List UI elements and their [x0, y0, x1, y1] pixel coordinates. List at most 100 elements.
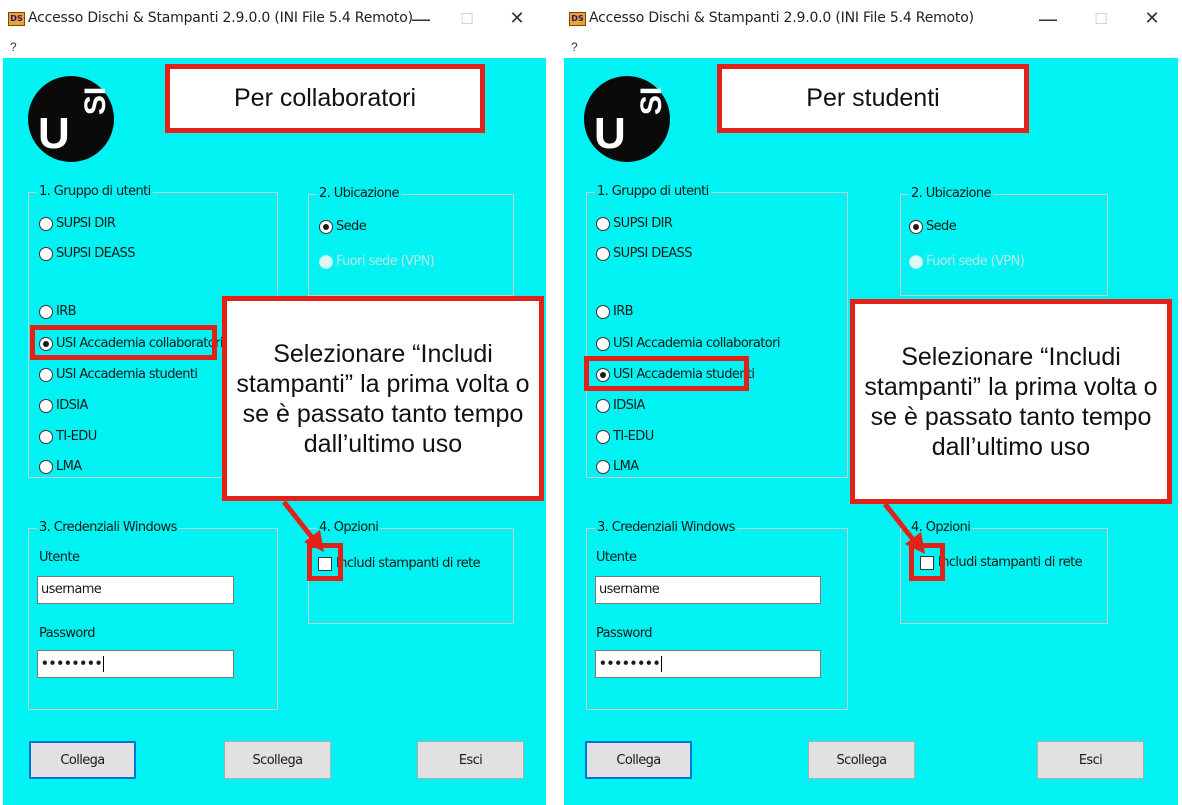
radio-usi-collaboratori[interactable]: USI Accademia collaboratori: [596, 336, 781, 351]
checkbox-label: Includi stampanti di rete: [938, 555, 1083, 570]
disconnect-button[interactable]: Scollega: [808, 741, 915, 779]
radio-icon: [596, 216, 610, 231]
radio-icon: [39, 246, 53, 261]
radio-label: TI-EDU: [56, 429, 97, 444]
title-bar[interactable]: DS Accesso Dischi & Stampanti 2.9.0.0 (I…: [0, 0, 546, 42]
password-input[interactable]: ••••••••: [37, 650, 234, 678]
exit-button[interactable]: Esci: [1037, 741, 1144, 779]
radio-icon: [596, 336, 610, 351]
group-user-type-legend: 1. Gruppo di utenti: [37, 184, 153, 199]
callout-arrow-icon: [282, 500, 324, 552]
radio-icon: [909, 254, 923, 269]
logo-letters-si: SI: [79, 86, 113, 116]
close-icon[interactable]: ✕: [1137, 4, 1167, 34]
radio-label: LMA: [613, 459, 639, 474]
radio-supsi-deass[interactable]: SUPSI DEASS: [596, 246, 692, 261]
username-input[interactable]: username: [37, 576, 234, 604]
username-input[interactable]: username: [595, 576, 821, 604]
disconnect-button[interactable]: Scollega: [224, 741, 331, 779]
group-credentials-legend: 3. Credenziali Windows: [595, 520, 737, 535]
radio-supsi-dir[interactable]: SUPSI DIR: [39, 216, 116, 231]
radio-label: SUPSI DIR: [56, 216, 116, 231]
radio-icon: [39, 216, 53, 231]
app-icon: DS: [8, 12, 25, 26]
password-mask: ••••••••: [599, 656, 661, 671]
text-caret: [103, 656, 105, 672]
app-window-collaboratori: DS Accesso Dischi & Stampanti 2.9.0.0 (I…: [0, 0, 546, 805]
password-input[interactable]: ••••••••: [595, 650, 821, 678]
radio-supsi-dir[interactable]: SUPSI DIR: [596, 216, 673, 231]
radio-checked-icon: [319, 219, 333, 234]
radio-ti-edu[interactable]: TI-EDU: [596, 429, 654, 444]
radio-lma[interactable]: LMA: [39, 459, 82, 474]
exit-button[interactable]: Esci: [417, 741, 524, 779]
group-location-legend: 2. Ubicazione: [317, 186, 401, 201]
radio-ti-edu[interactable]: TI-EDU: [39, 429, 97, 444]
panel-header-collaboratori: Per collaboratori: [165, 64, 485, 133]
radio-icon: [39, 429, 53, 444]
radio-icon: [39, 367, 53, 382]
callout-include-printers: Selezionare “Includi stampanti” la prima…: [222, 296, 544, 501]
group-credentials-legend: 3. Credenziali Windows: [37, 520, 179, 535]
password-label: Password: [39, 626, 96, 641]
radio-icon: [319, 254, 333, 269]
radio-usi-studenti[interactable]: USI Accademia studenti: [39, 367, 198, 382]
radio-label: TI-EDU: [613, 429, 654, 444]
radio-icon: [39, 304, 53, 319]
radio-label: Fuori sede (VPN): [336, 254, 435, 269]
text-caret: [661, 656, 663, 672]
help-menu[interactable]: ?: [10, 40, 17, 54]
usi-logo: U SI: [28, 76, 114, 162]
radio-label: IRB: [56, 304, 77, 319]
radio-icon: [596, 429, 610, 444]
password-label: Password: [596, 626, 653, 641]
callout-include-printers: Selezionare “Includi stampanti” la prima…: [850, 299, 1172, 504]
radio-supsi-deass[interactable]: SUPSI DEASS: [39, 246, 135, 261]
radio-idsia[interactable]: IDSIA: [39, 398, 88, 413]
radio-irb[interactable]: IRB: [596, 304, 634, 319]
app-icon: DS: [569, 12, 586, 26]
radio-label: USI Accademia studenti: [56, 367, 198, 382]
app-window-studenti: DS Accesso Dischi & Stampanti 2.9.0.0 (I…: [561, 0, 1182, 805]
radio-sede[interactable]: Sede: [319, 219, 367, 234]
radio-idsia[interactable]: IDSIA: [596, 398, 645, 413]
username-label: Utente: [596, 550, 637, 565]
radio-icon: [596, 459, 610, 474]
radio-icon: [39, 459, 53, 474]
radio-lma[interactable]: LMA: [596, 459, 639, 474]
maximize-icon[interactable]: ☐: [1086, 4, 1116, 34]
minimize-icon[interactable]: —: [1033, 4, 1063, 34]
window-title: Accesso Dischi & Stampanti 2.9.0.0 (INI …: [589, 10, 974, 26]
radio-label: IDSIA: [56, 398, 88, 413]
logo-letters-si: SI: [635, 86, 669, 116]
radio-label: LMA: [56, 459, 82, 474]
help-menu[interactable]: ?: [571, 40, 578, 54]
connect-button[interactable]: Collega: [585, 741, 692, 779]
radio-vpn: Fuori sede (VPN): [909, 254, 1025, 269]
radio-label: Fuori sede (VPN): [926, 254, 1025, 269]
radio-label: SUPSI DIR: [613, 216, 673, 231]
close-icon[interactable]: ✕: [502, 4, 532, 34]
radio-label: Sede: [336, 219, 367, 234]
radio-vpn: Fuori sede (VPN): [319, 254, 435, 269]
highlight-selected-group: [30, 325, 217, 360]
radio-label: SUPSI DEASS: [613, 246, 692, 261]
maximize-icon[interactable]: ☐: [452, 4, 482, 34]
radio-label: IDSIA: [613, 398, 645, 413]
usi-logo: U SI: [584, 76, 670, 162]
connect-button[interactable]: Collega: [29, 741, 136, 779]
radio-label: IRB: [613, 304, 634, 319]
radio-irb[interactable]: IRB: [39, 304, 77, 319]
radio-icon: [596, 304, 610, 319]
highlight-selected-group: [584, 356, 749, 391]
panel-header-studenti: Per studenti: [717, 64, 1029, 133]
group-location-legend: 2. Ubicazione: [909, 186, 993, 201]
group-user-type-legend: 1. Gruppo di utenti: [595, 184, 711, 199]
group-location: 2. Ubicazione: [308, 186, 514, 296]
title-bar[interactable]: DS Accesso Dischi & Stampanti 2.9.0.0 (I…: [561, 0, 1182, 42]
minimize-icon[interactable]: —: [406, 4, 436, 34]
radio-label: SUPSI DEASS: [56, 246, 135, 261]
window-title: Accesso Dischi & Stampanti 2.9.0.0 (INI …: [28, 10, 413, 26]
radio-sede[interactable]: Sede: [909, 219, 957, 234]
username-label: Utente: [39, 550, 80, 565]
